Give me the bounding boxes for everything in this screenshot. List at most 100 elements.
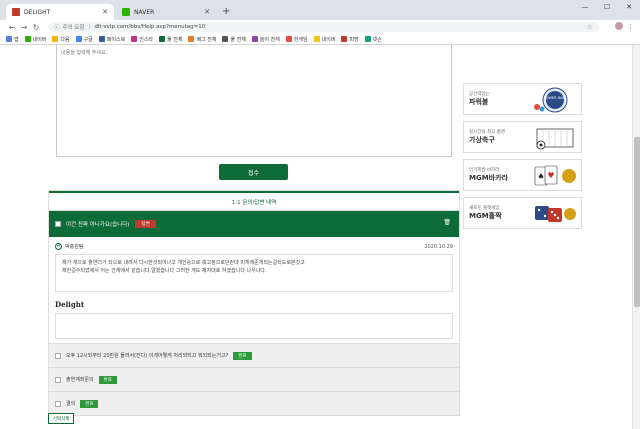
bookmark-favicon-icon bbox=[6, 36, 12, 42]
bookmark-item[interactable]: 다음 bbox=[52, 36, 70, 43]
bookmark-item[interactable]: 놀이 전체 bbox=[251, 36, 280, 43]
browser-titlebar: DELIGHT ✕ NAVER ✕ + — ☐ ✕ bbox=[0, 0, 640, 20]
banner-mgm-baccarat[interactable]: 인기폭발 바카라 MGM바카라 ♠ ♥ bbox=[463, 159, 582, 191]
bookmark-favicon-icon bbox=[52, 36, 59, 42]
answer-author: 박충원팀 bbox=[65, 244, 84, 250]
bookmark-item[interactable]: 네이버 bbox=[313, 36, 336, 43]
browser-toolbar: ← → ↻ ⓘ 주의 요함 | dlt-vvip.com/bbs/Help.as… bbox=[0, 20, 640, 34]
bookmark-item[interactable]: 풀 전체 bbox=[222, 36, 246, 43]
banner-virtual-soccer[interactable]: 실시간의 최고 품명 가상축구 bbox=[463, 121, 582, 153]
answer-text-box: 제가 게으로 출연더가 되으로 내려서 다시한것되어나고 개인승으로 축고정으로… bbox=[55, 254, 453, 292]
star-icon[interactable]: ☆ bbox=[587, 23, 593, 31]
answer-section: A 박충원팀 2020.10.29 제가 게으로 출연더가 되으로 내려서 다시… bbox=[49, 237, 459, 339]
banner-mgm-oddeven[interactable]: 새로운 플랫게임 MGM홀짝 bbox=[463, 197, 582, 229]
close-icon[interactable]: ✕ bbox=[204, 8, 210, 16]
insecure-label: 주의 요함 bbox=[62, 25, 85, 31]
qa-history-title: 1:1 문의/답변 내역 bbox=[49, 191, 459, 211]
bookmark-label: 네이버 bbox=[321, 36, 336, 43]
address-bar[interactable]: ⓘ 주의 요함 | dlt-vvip.com/bbs/Help.asp?menu… bbox=[48, 22, 599, 32]
svg-text:♥: ♥ bbox=[547, 171, 554, 180]
dice-icon bbox=[535, 206, 576, 222]
banner-title: 파워볼 bbox=[469, 98, 489, 106]
banner-powerball[interactable]: 공신력있는 파워볼 POWER BALL bbox=[463, 83, 582, 115]
question-row[interactable]: 출연계좌문의 완료 bbox=[49, 367, 459, 391]
banner-title: MGM홀짝 bbox=[469, 212, 502, 220]
bookmark-item[interactable]: 피망 bbox=[341, 36, 359, 43]
page-viewport: 내용을 입력해 주세요. 접수 1:1 문의/답변 내역 이건 진짜 아니가요(… bbox=[0, 45, 640, 429]
window-controls: — ☐ ✕ bbox=[574, 0, 640, 14]
close-icon[interactable]: ✕ bbox=[102, 8, 108, 16]
answer-date: 2020.10.29 bbox=[424, 243, 453, 250]
divider: | bbox=[88, 24, 91, 30]
naver-favicon-icon bbox=[122, 8, 130, 16]
question-title: 오후 12시되부터 20만원 돌려서(진다) 이게어떻게 처리되되고 뭐되되는거… bbox=[66, 353, 229, 359]
bookmark-label: 네이버 bbox=[32, 36, 47, 43]
soccer-goal-icon bbox=[536, 128, 574, 150]
inquiry-textarea[interactable]: 내용을 입력해 주세요. bbox=[56, 45, 452, 157]
bookmark-label: 놀이 전체 bbox=[259, 36, 280, 43]
trash-icon[interactable]: 🗑 bbox=[443, 219, 451, 226]
question-checkbox[interactable] bbox=[55, 352, 61, 359]
answer-text-line: 제가 게으로 출연더가 되으로 내려서 다시한것되어나고 개인승으로 축고정으로… bbox=[62, 260, 305, 266]
info-icon[interactable]: ⓘ bbox=[54, 23, 60, 31]
tab-naver[interactable]: NAVER ✕ bbox=[116, 4, 216, 20]
powerball-icon: POWER BALL bbox=[534, 87, 568, 113]
question-row-expanded[interactable]: 이건 진짜 아니가요(습니다) 답변 🗑 bbox=[49, 211, 459, 237]
question-checkbox[interactable] bbox=[55, 376, 61, 383]
bookmark-favicon-icon bbox=[24, 36, 31, 42]
bookmark-label: 풀 전체 bbox=[167, 36, 183, 43]
answer-icon: A bbox=[55, 243, 62, 250]
page-scrollbar[interactable] bbox=[632, 45, 640, 429]
delete-selected-button[interactable]: 선택삭제 bbox=[48, 413, 74, 424]
banner-text: 인기폭발 바카라 MGM바카라 bbox=[469, 167, 508, 183]
back-icon[interactable]: ← bbox=[6, 23, 18, 32]
bookmark-favicon-icon bbox=[222, 36, 229, 42]
bookmark-item[interactable]: 페이스북 bbox=[98, 36, 126, 43]
reload-icon[interactable]: ↻ bbox=[30, 23, 42, 32]
bookmark-item[interactable]: 한게임 bbox=[285, 36, 308, 43]
profile-avatar[interactable] bbox=[611, 22, 623, 32]
bookmark-label: 구글 bbox=[83, 36, 93, 43]
bookmark-favicon-icon bbox=[251, 36, 258, 42]
bookmark-favicon-icon bbox=[285, 36, 292, 42]
new-tab-button[interactable]: + bbox=[218, 4, 234, 20]
bookmark-item[interactable]: 구글 bbox=[75, 36, 93, 43]
maximize-icon[interactable]: ☐ bbox=[596, 0, 618, 14]
bookmark-item[interactable]: 네이버 bbox=[24, 36, 47, 43]
bookmark-item[interactable]: 앱 bbox=[6, 36, 19, 43]
banner-text: 새로운 플랫게임 MGM홀짝 bbox=[469, 205, 502, 221]
bookmark-item[interactable]: 베그 전체 bbox=[188, 36, 216, 43]
bookmark-label: 풀 전체 bbox=[230, 36, 246, 43]
submit-button[interactable]: 접수 bbox=[219, 164, 288, 180]
bookmark-favicon-icon bbox=[364, 36, 371, 42]
bookmark-item[interactable]: 넷슨 bbox=[364, 36, 382, 43]
forward-icon[interactable]: → bbox=[18, 23, 30, 32]
banner-text: 실시간의 최고 품명 가상축구 bbox=[469, 129, 505, 145]
bookmark-favicon-icon bbox=[159, 36, 166, 42]
answer-meta: A 박충원팀 2020.10.29 bbox=[55, 243, 453, 250]
question-row[interactable]: 오후 12시되부터 20만원 돌려서(진다) 이게어떻게 처리되되고 뭐되되는거… bbox=[49, 343, 459, 367]
question-checkbox[interactable] bbox=[55, 221, 61, 227]
question-checkbox[interactable] bbox=[55, 400, 61, 407]
bookmark-label: 페이스북 bbox=[106, 36, 126, 43]
status-badge: 답변 bbox=[135, 220, 156, 228]
bookmark-item[interactable]: 풀 전체 bbox=[159, 36, 182, 43]
status-badge: 완료 bbox=[233, 351, 252, 360]
tab-delight[interactable]: DELIGHT ✕ bbox=[6, 4, 114, 20]
url-text: dlt-vvip.com/bbs/Help.asp?menutag=10 bbox=[94, 24, 206, 30]
textarea-placeholder: 내용을 입력해 주세요. bbox=[61, 50, 108, 56]
scrollbar-thumb[interactable] bbox=[634, 137, 640, 307]
window-close-icon[interactable]: ✕ bbox=[618, 0, 640, 14]
question-row[interactable]: 결의 완료 bbox=[49, 391, 459, 415]
reply-box bbox=[55, 313, 453, 339]
bookmark-label: 앱 bbox=[14, 36, 19, 43]
playing-cards-icon: ♠ ♥ bbox=[534, 165, 576, 186]
bookmark-favicon-icon bbox=[131, 36, 138, 42]
tab-label: DELIGHT bbox=[24, 8, 51, 16]
bookmarks-bar: 앱 네이버 다음 구글 페이스북 인스타 풀 전체 베그 전체 풀 전체 놀이 전체 한게임 네이버 피… bbox=[0, 34, 640, 45]
menu-dots-icon[interactable]: ⋮ bbox=[627, 23, 634, 31]
bookmark-item[interactable]: 인스타 bbox=[131, 36, 153, 43]
minimize-icon[interactable]: — bbox=[574, 0, 596, 14]
question-title: 출연계좌문의 bbox=[66, 377, 94, 383]
tab-label: NAVER bbox=[134, 8, 155, 16]
